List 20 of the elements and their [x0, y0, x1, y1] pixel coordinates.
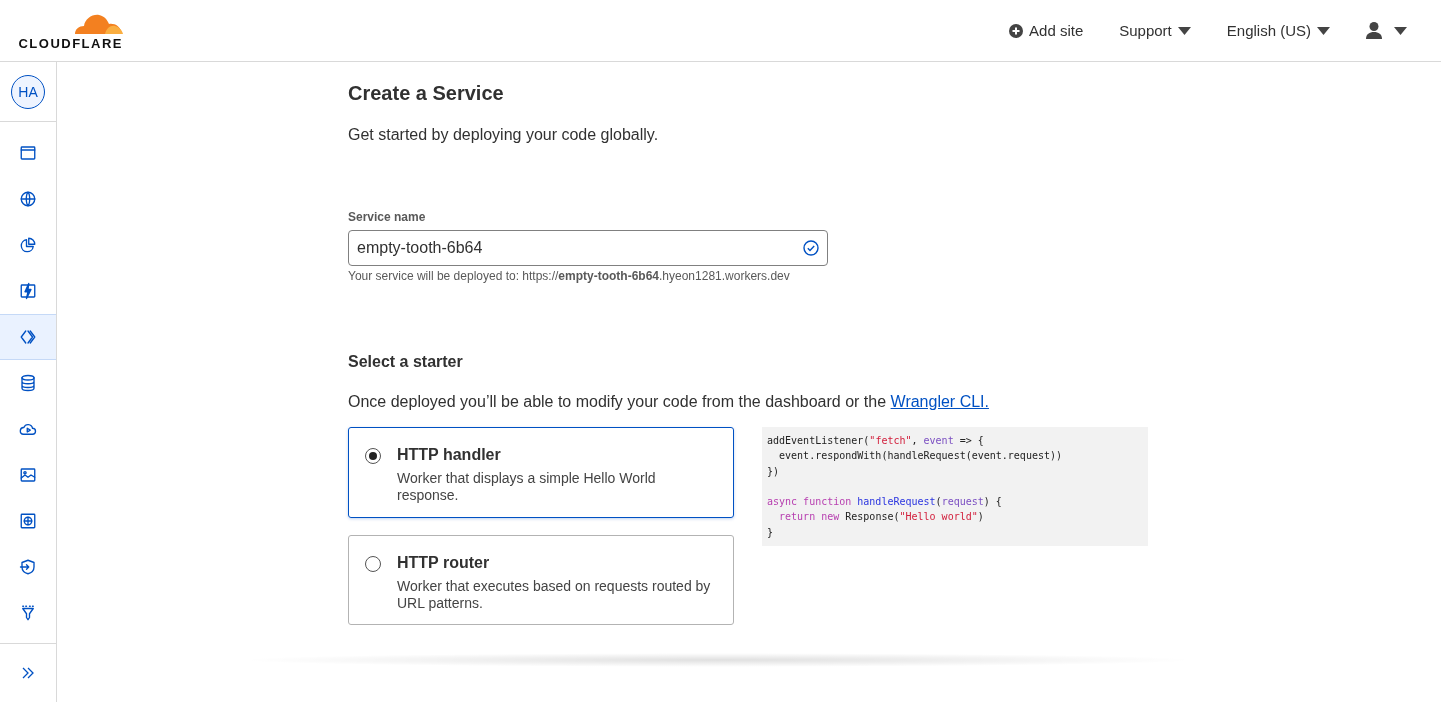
option-description: Worker that executes based on requests routed by URL patterns. [397, 578, 712, 612]
option-description: Worker that displays a simple Hello World response. [397, 470, 657, 504]
account-avatar[interactable]: HA [11, 74, 45, 109]
page-title: Create a Service [348, 82, 505, 105]
brand-wordmark: CLOUDFLARE [18, 36, 123, 50]
wrangler-cli-link[interactable]: Wrangler CLI. [890, 393, 989, 410]
option-title: HTTP router [397, 554, 491, 572]
starter-option-card[interactable]: HTTP router Worker that executes based on requests routed by URL patterns. [348, 535, 734, 625]
deploy-url-hint: Your service will be deployed to: https://empty-tooth-6b64.hyeon1281.workers.dev [348, 269, 791, 283]
code-snippet: addEventListener("fetch", event => { event.respondWith(handleRequest(event.request)) }) async function handleRequest(request) { return new Response("Hello world") } [762, 427, 1148, 547]
starter-intro: Once deployed you’ll be able to modify your code from the dashboard or the Wrangler CLI. [348, 393, 990, 411]
language-menu[interactable]: English (US) [1226, 22, 1330, 39]
option-title: HTTP handler [397, 446, 502, 464]
section-heading: Select a starter [348, 353, 464, 371]
service-name-field[interactable]: empty-tooth-6b64 [348, 230, 828, 266]
page-subtitle: Get started by deploying your code globally. [348, 126, 660, 144]
add-site-button[interactable]: Add site [1009, 22, 1084, 39]
support-menu[interactable]: Support [1119, 22, 1191, 39]
starter-option-card[interactable]: HTTP handler Worker that displays a simple Hello World response. [348, 427, 734, 518]
field-label: Service name [348, 210, 427, 224]
